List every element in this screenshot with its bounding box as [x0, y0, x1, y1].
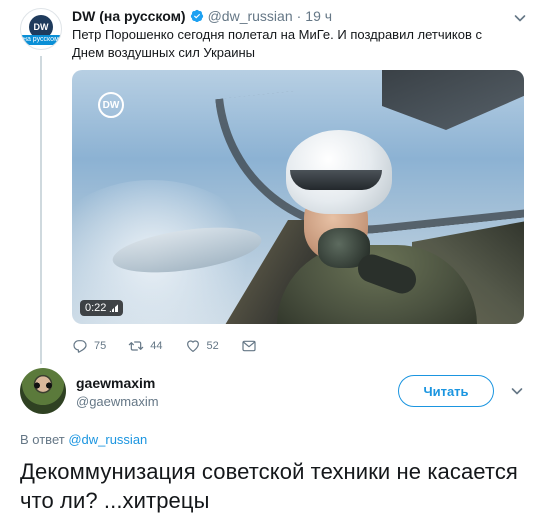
separator-dot: ·: [296, 8, 302, 24]
chevron-down-icon[interactable]: [509, 383, 525, 399]
reply-button[interactable]: 75: [72, 338, 106, 354]
avatar-band-text: на русском: [21, 35, 61, 45]
in-reply-handle-link[interactable]: @dw_russian: [68, 432, 147, 447]
tweet-text: Петр Порошенко сегодня полетал на МиГе. …: [72, 27, 482, 60]
like-icon: [186, 340, 199, 352]
in-reply-to: В ответ @dw_russian: [20, 432, 147, 447]
avatar-glasses: [31, 382, 55, 389]
dw-avatar[interactable]: DW на русском: [20, 8, 62, 50]
tweet-header: DW (на русском) @dw_russian · 19 ч: [72, 8, 332, 24]
direct-message-icon: [242, 340, 256, 352]
dw-watermark: DW: [98, 92, 124, 118]
timestamp[interactable]: 19 ч: [305, 8, 332, 24]
reply-icon: [73, 340, 87, 353]
video-helmet-visor: [290, 170, 382, 190]
reply-text: Декоммунизация советской техники не каса…: [20, 459, 518, 513]
like-count: 52: [206, 340, 219, 352]
direct-message-button[interactable]: [241, 338, 257, 354]
avatar[interactable]: [20, 368, 66, 414]
chevron-down-icon[interactable]: [512, 10, 528, 26]
video-player[interactable]: DW 0:22: [72, 70, 524, 324]
author-name[interactable]: DW (на русском): [72, 8, 186, 24]
reply-author-name[interactable]: gaewmaxim: [76, 375, 155, 391]
follow-button[interactable]: Читать: [398, 375, 494, 407]
reply-count: 75: [94, 340, 107, 352]
like-button[interactable]: 52: [185, 338, 219, 354]
video-duration: 0:22: [85, 302, 107, 314]
video-signal-icon: [109, 304, 119, 312]
video-duration-badge: 0:22: [80, 300, 124, 316]
retweet-icon: [128, 341, 144, 351]
verified-badge-icon: [190, 9, 203, 23]
retweet-button[interactable]: 44: [128, 338, 163, 354]
retweet-count: 44: [150, 340, 163, 352]
in-reply-prefix: В ответ: [20, 432, 65, 447]
reply-author-handle[interactable]: @gaewmaxim: [76, 394, 159, 409]
tweet-actions: 75 44 52: [72, 336, 257, 356]
thread-connector-line: [40, 56, 42, 364]
author-handle[interactable]: @dw_russian: [208, 8, 293, 24]
